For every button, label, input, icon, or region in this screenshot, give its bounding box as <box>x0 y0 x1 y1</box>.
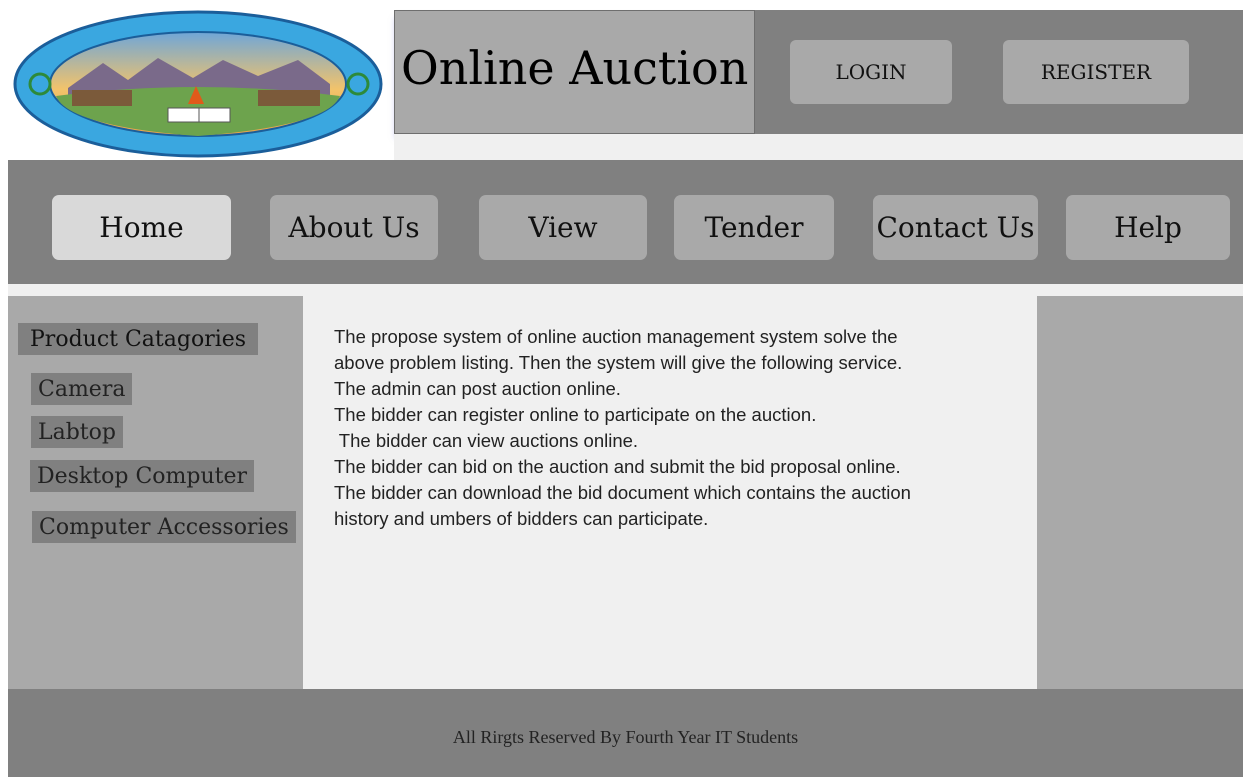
main-content: The propose system of online auction man… <box>303 296 1037 689</box>
content-line: The bidder can bid on the auction and su… <box>334 456 901 477</box>
category-labtop[interactable]: Labtop <box>31 416 123 448</box>
content-line: history and umbers of bidders can partic… <box>334 508 709 529</box>
content-line: The bidder can register online to partic… <box>334 404 817 425</box>
login-button[interactable]: LOGIN <box>790 40 952 104</box>
content-line: The propose system of online auction man… <box>334 326 898 347</box>
university-logo <box>8 8 394 160</box>
nav-about-us[interactable]: About Us <box>270 195 438 260</box>
nav-tender[interactable]: Tender <box>674 195 834 260</box>
footer-text: All Rirgts Reserved By Fourth Year IT St… <box>452 727 799 747</box>
nav-contact-us[interactable]: Contact Us <box>873 195 1038 260</box>
auth-bar: LOGIN REGISTER <box>755 10 1243 134</box>
category-desktop-computer[interactable]: Desktop Computer <box>30 460 255 492</box>
footer: All Rirgts Reserved By Fourth Year IT St… <box>8 689 1243 777</box>
nav-gap <box>8 284 1243 296</box>
header-divider <box>394 134 1243 160</box>
site-title-box: Online Auction <box>394 10 755 134</box>
content-paragraph: The propose system of online auction man… <box>334 324 1034 532</box>
category-camera[interactable]: Camera <box>31 373 133 405</box>
category-heading: Product Catagories <box>18 323 259 355</box>
content-line: The bidder can view auctions online. <box>334 430 639 451</box>
site-title: Online Auction <box>401 41 749 95</box>
content-line: The admin can post auction online. <box>334 378 621 399</box>
content-line: above problem listing. Then the system w… <box>334 352 903 373</box>
nav-help[interactable]: Help <box>1066 195 1230 260</box>
content-line: The bidder can download the bid document… <box>334 482 911 503</box>
main-nav: Home About Us View Tender Contact Us Hel… <box>8 160 1243 284</box>
category-computer-accessories[interactable]: Computer Accessories <box>32 511 296 543</box>
right-sidebar <box>1037 296 1243 689</box>
nav-view[interactable]: View <box>479 195 647 260</box>
wolkite-university-logo-icon <box>13 10 383 158</box>
register-button[interactable]: REGISTER <box>1003 40 1189 104</box>
nav-home[interactable]: Home <box>52 195 231 260</box>
category-sidebar: Product Catagories Camera Labtop Desktop… <box>8 296 303 689</box>
